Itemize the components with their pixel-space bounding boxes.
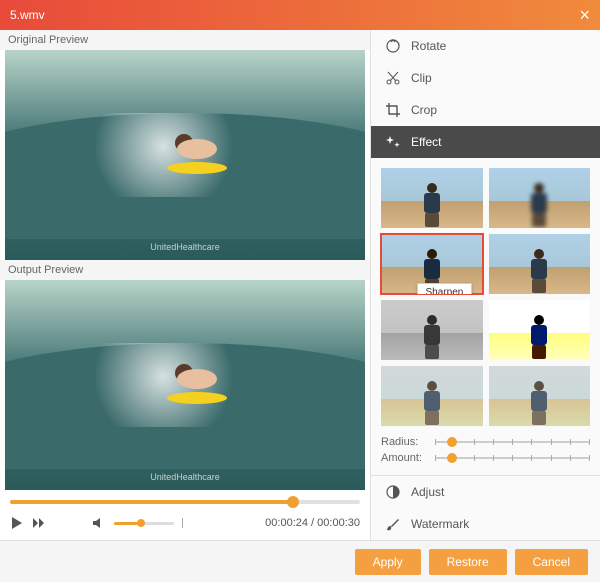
effect-thumb-gray[interactable] [381, 300, 483, 360]
timeline-slider[interactable] [10, 500, 360, 504]
window-title: 5.wmv [10, 8, 45, 22]
radius-slider[interactable] [435, 441, 590, 443]
brush-icon [385, 516, 401, 532]
watermark-text: UnitedHealthcare [150, 242, 220, 252]
tab-label: Crop [411, 103, 437, 117]
effects-panel: Sharpen Radius: Amount: [371, 158, 600, 475]
volume-slider[interactable] [114, 522, 174, 525]
tab-crop[interactable]: Crop [371, 94, 600, 126]
preview-panel: Original Preview UnitedHealthcare Output… [0, 30, 370, 540]
tab-label: Adjust [411, 485, 444, 499]
effect-thumb-normal[interactable] [381, 168, 483, 228]
time-display: 00:00:24 / 00:00:30 [265, 517, 360, 529]
current-time: 00:00:24 [265, 517, 308, 529]
amount-label: Amount: [381, 452, 429, 464]
tab-label: Clip [411, 71, 432, 85]
watermark-text: UnitedHealthcare [150, 472, 220, 482]
original-preview: UnitedHealthcare [5, 50, 365, 260]
tab-rotate[interactable]: Rotate [371, 30, 600, 62]
tab-label: Effect [411, 135, 441, 149]
tab-label: Watermark [411, 517, 469, 531]
effect-tooltip: Sharpen [417, 283, 473, 294]
playback-controls: 00:00:24 / 00:00:30 [0, 490, 370, 540]
cancel-button[interactable]: Cancel [515, 549, 588, 575]
restore-button[interactable]: Restore [429, 549, 507, 575]
tab-label: Rotate [411, 39, 446, 53]
effect-thumb-sketch[interactable] [489, 300, 591, 360]
side-panel: Rotate Clip Crop Effect Sharpen [370, 30, 600, 540]
play-icon[interactable] [10, 516, 24, 530]
tab-clip[interactable]: Clip [371, 62, 600, 94]
effect-thumb-sharpen[interactable]: Sharpen [381, 234, 483, 294]
output-preview-label: Output Preview [0, 260, 370, 280]
tab-effect[interactable]: Effect [371, 126, 600, 158]
effect-thumb-blur[interactable] [489, 168, 591, 228]
effect-thumb-8[interactable] [489, 366, 591, 426]
radius-label: Radius: [381, 436, 429, 448]
scissors-icon [385, 70, 401, 86]
volume-max-tick [182, 518, 183, 528]
effect-thumb-fade[interactable] [381, 366, 483, 426]
adjust-icon [385, 484, 401, 500]
original-preview-label: Original Preview [0, 30, 370, 50]
sparkle-icon [385, 134, 401, 150]
apply-button[interactable]: Apply [355, 549, 421, 575]
effect-thumb-4[interactable] [489, 234, 591, 294]
close-icon[interactable]: × [579, 5, 590, 26]
fast-forward-icon[interactable] [32, 516, 46, 530]
total-time: 00:00:30 [317, 517, 360, 529]
output-preview: UnitedHealthcare [5, 280, 365, 490]
footer: Apply Restore Cancel [0, 540, 600, 582]
amount-slider[interactable] [435, 457, 590, 459]
tab-watermark[interactable]: Watermark [371, 508, 600, 540]
volume-icon[interactable] [92, 516, 106, 530]
crop-icon [385, 102, 401, 118]
rotate-icon [385, 38, 401, 54]
tab-adjust[interactable]: Adjust [371, 475, 600, 508]
title-bar: 5.wmv × [0, 0, 600, 30]
